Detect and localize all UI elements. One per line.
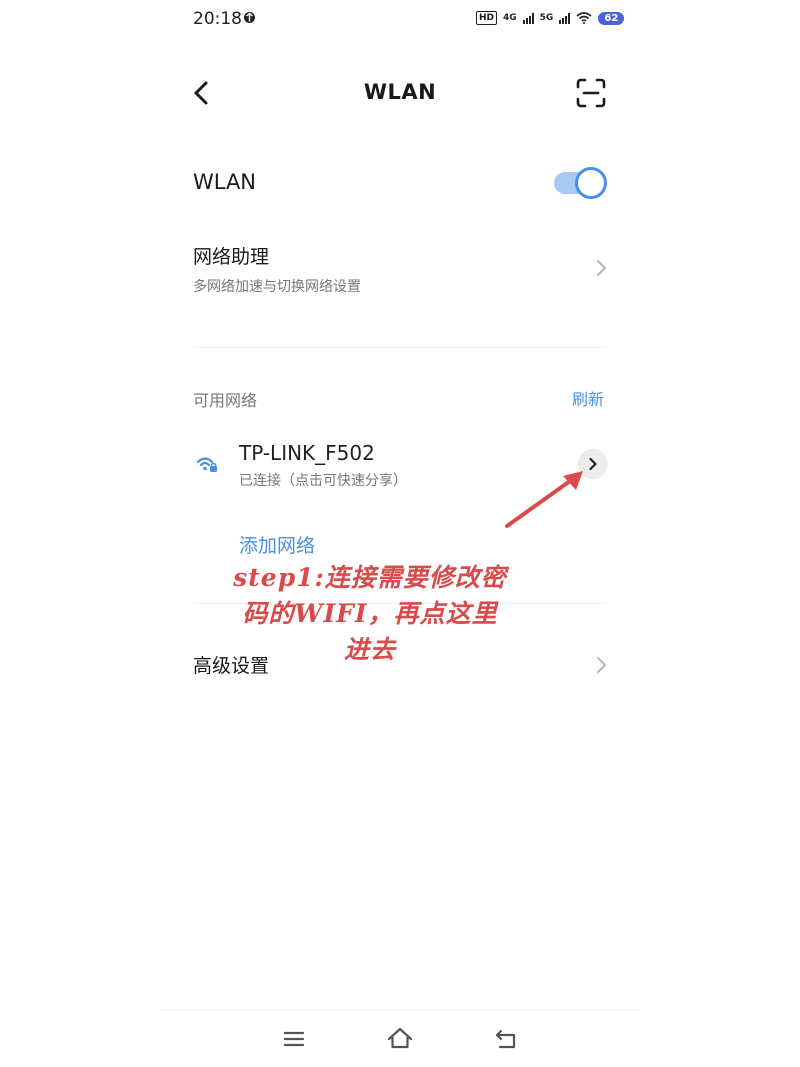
network-5g-label: 5G [539,12,554,23]
status-time: 20:18 [193,9,242,29]
network-assistant-row[interactable]: 网络助理 多网络加速与切换网络设置 [190,238,610,302]
divider [193,347,607,348]
signal-icon [522,12,534,24]
annotation-line-2: 码的WIFI，再点这里 [242,599,498,628]
sync-icon [244,12,255,23]
toggle-knob [575,167,607,199]
chevron-left-icon [194,81,208,105]
annotation-line-3: 进去 [343,635,396,664]
add-network-button[interactable]: 添加网络 [239,531,315,558]
network-assistant-title: 网络助理 [193,246,270,268]
annotation-arrow [505,471,583,528]
annotation-text: step1:连接需要修改密 码的WIFI，再点这里 进去 [205,560,535,668]
back-button[interactable] [186,76,220,110]
wlan-label: WLAN [193,170,257,194]
home-icon[interactable] [386,1025,414,1053]
page-title: WLAN [363,80,437,104]
chevron-right-icon [597,260,606,276]
battery-indicator: 62 [598,11,625,25]
annotation-line-1: step1:连接需要修改密 [233,563,507,592]
wifi-status-icon [576,12,592,24]
status-icons: HD 4G 5G 62 [476,8,625,28]
menu-icon[interactable] [280,1025,308,1053]
scan-button[interactable] [574,76,608,110]
network-4g-label: 4G [503,12,517,23]
network-status: 已连接（点击可快速分享） [239,473,407,489]
wlan-toggle[interactable] [553,167,609,199]
refresh-button[interactable]: 刷新 [572,386,604,410]
back-icon[interactable] [492,1025,520,1053]
wifi-locked-icon [196,457,217,472]
scan-icon [576,78,606,108]
hd-badge: HD [476,11,498,25]
network-assistant-subtitle: 多网络加速与切换网络设置 [193,279,361,295]
network-name: TP-LINK_F502 [239,441,375,465]
available-networks-label: 可用网络 [193,391,258,410]
navigation-bar [160,1010,640,1067]
signal-icon-2 [559,12,571,24]
chevron-right-icon [597,657,606,673]
